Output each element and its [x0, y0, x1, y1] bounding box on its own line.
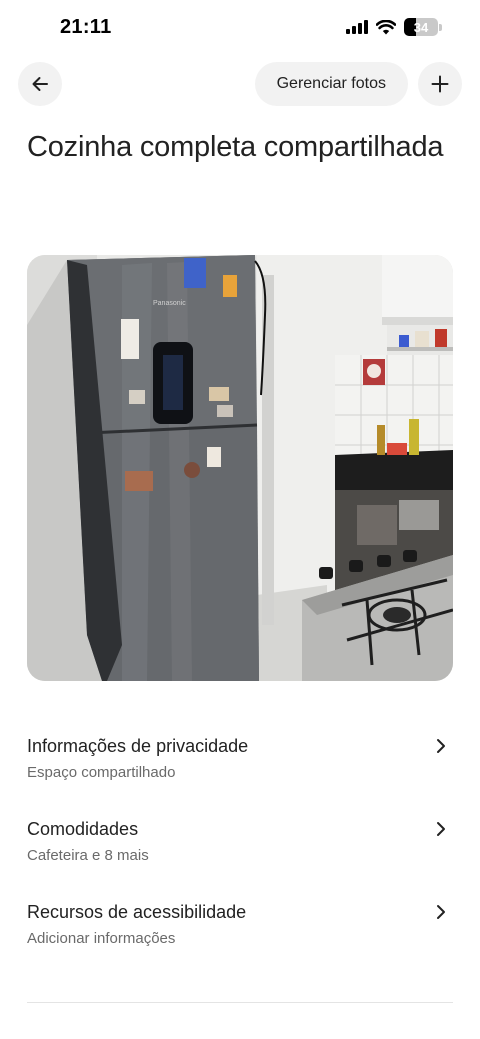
battery-icon: 34: [404, 18, 442, 36]
kitchen-photo-image: Panasonic: [27, 255, 453, 681]
cellular-signal-icon: [346, 20, 368, 34]
chevron-right-icon: [437, 905, 445, 919]
info-list: Informações de privacidade Espaço compar…: [27, 728, 453, 977]
amenities-row[interactable]: Comodidades Cafeteira e 8 mais: [27, 811, 453, 894]
battery-level: 34: [413, 19, 429, 35]
page-title: Cozinha completa compartilhada: [27, 131, 444, 163]
privacy-info-row[interactable]: Informações de privacidade Espaço compar…: [27, 728, 453, 811]
plus-icon: [431, 75, 449, 93]
status-icons: 34: [346, 18, 442, 36]
row-subtitle: Espaço compartilhado: [27, 764, 176, 781]
arrow-left-icon: [32, 77, 48, 91]
status-bar: 21:11 34: [0, 0, 480, 56]
row-title: Recursos de acessibilidade: [27, 902, 247, 922]
kitchen-photo[interactable]: Panasonic: [27, 255, 453, 681]
accessibility-row[interactable]: Recursos de acessibilidade Adicionar inf…: [27, 894, 453, 977]
fridge-brand: Panasonic: [153, 300, 186, 307]
manage-photos-button[interactable]: Gerenciar fotos: [254, 62, 408, 106]
chevron-right-icon: [437, 822, 445, 836]
add-photo-button[interactable]: [418, 62, 462, 106]
row-title: Comodidades: [27, 819, 139, 839]
row-subtitle: Cafeteira e 8 mais: [27, 847, 149, 864]
bottom-divider: [27, 1002, 453, 1003]
row-subtitle: Adicionar informações: [27, 930, 176, 947]
row-title: Informações de privacidade: [27, 736, 249, 756]
wifi-icon: [376, 19, 396, 34]
status-time: 21:11: [60, 16, 112, 38]
top-nav: Gerenciar fotos: [18, 62, 462, 106]
chevron-right-icon: [437, 739, 445, 753]
back-button[interactable]: [18, 62, 62, 106]
